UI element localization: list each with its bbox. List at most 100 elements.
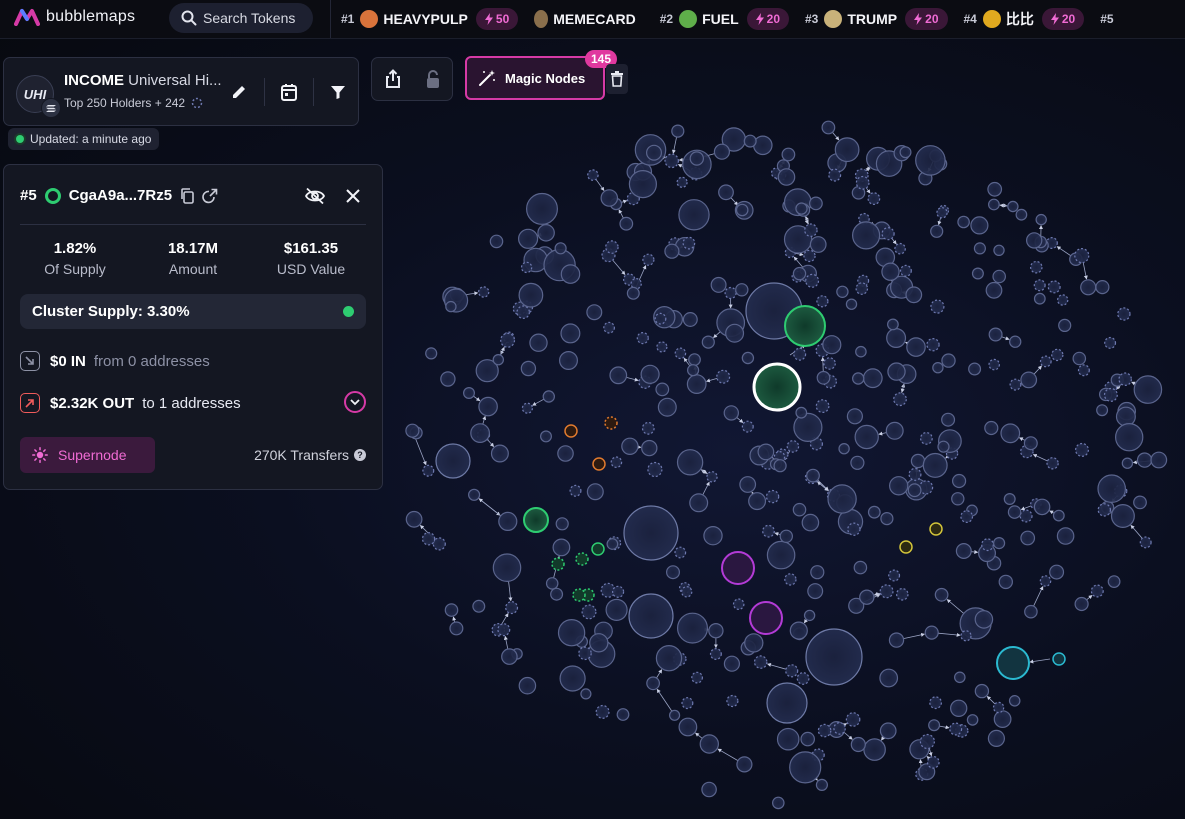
holder-bubble[interactable] [492,354,504,366]
holder-bubble[interactable] [895,587,909,601]
holder-bubble[interactable] [899,264,912,277]
holder-bubble[interactable] [445,300,457,313]
holder-bubble[interactable] [1015,208,1028,221]
holder-bubble[interactable] [930,224,944,238]
ticker-item-3[interactable]: #3 TRUMP 20 [805,8,948,30]
holder-bubble[interactable] [987,181,1003,197]
holder-bubble[interactable] [681,586,693,598]
ticker-item-2[interactable]: #2 FUEL 20 [660,8,789,30]
holder-bubble[interactable] [932,362,944,374]
holder-bubble[interactable] [559,665,586,692]
holder-bubble[interactable] [449,621,464,636]
holder-bubble[interactable] [681,697,694,710]
cluster-supply-row[interactable]: Cluster Supply: 3.30% [20,294,366,329]
holder-bubble[interactable] [752,135,773,156]
cluster-bubble-purple[interactable] [721,551,755,585]
holder-bubble[interactable] [699,734,720,754]
holder-bubble[interactable] [971,267,984,280]
holder-bubble[interactable] [851,221,881,250]
holder-bubble[interactable] [949,722,963,736]
holder-bubble[interactable] [953,671,966,684]
holder-bubble[interactable] [664,153,679,169]
holder-bubble[interactable] [941,353,956,368]
holder-bubble[interactable] [1097,503,1112,517]
holder-bubble[interactable] [605,240,619,254]
app-logo[interactable]: bubblemaps [14,8,135,26]
holder-bubble[interactable] [1046,457,1059,470]
holder-bubble[interactable] [951,492,965,506]
ticker-item-1[interactable]: #1 HEAVYPULP 50 [341,8,519,30]
holder-bubble[interactable] [1025,232,1043,249]
holder-bubble[interactable] [1020,371,1038,389]
holder-bubble[interactable] [1039,575,1052,587]
holder-bubble[interactable] [786,440,800,453]
holder-bubble[interactable] [771,796,785,810]
holder-bubble[interactable] [974,683,990,699]
holder-bubble[interactable] [468,488,481,501]
holder-bubble[interactable] [405,510,423,528]
holder-bubble[interactable] [516,305,530,319]
holder-bubble[interactable] [804,223,818,237]
holder-bubble[interactable] [586,483,604,501]
holder-bubble[interactable] [1033,292,1046,305]
holder-bubble[interactable] [689,493,709,513]
holder-bubble[interactable] [521,402,534,414]
holder-bubble[interactable] [929,696,942,710]
holder-bubble[interactable] [885,421,904,440]
holder-bubble[interactable] [676,612,708,644]
holder-bubble[interactable] [1007,200,1019,213]
holder-bubble[interactable] [836,285,849,298]
holder-bubble[interactable] [960,510,974,523]
holder-bubble[interactable] [762,524,775,538]
holder-bubble[interactable] [732,598,745,610]
holder-bubble[interactable] [800,731,815,747]
holder-bubble[interactable] [735,283,749,297]
holder-bubble[interactable] [542,390,556,403]
holder-bubble[interactable] [1009,335,1022,348]
holder-bubble[interactable] [1008,694,1021,707]
holder-bubble[interactable] [988,327,1003,342]
holder-bubble[interactable] [881,227,895,241]
cluster-bubble-orange[interactable] [592,457,606,471]
holder-bubble[interactable] [1051,348,1064,362]
holder-bubble[interactable] [1121,457,1134,469]
holder-bubble[interactable] [920,432,933,445]
holder-bubble[interactable] [636,332,649,345]
cluster-bubble-purple[interactable] [749,601,783,635]
holder-bubble[interactable] [708,623,724,639]
holder-bubble[interactable] [490,444,509,463]
holder-bubble[interactable] [425,347,438,360]
holder-bubble[interactable] [879,722,897,740]
ticker-item-memecard[interactable]: MEMECARD [534,10,643,28]
holder-bubble[interactable] [926,755,940,769]
holder-bubble[interactable] [725,323,745,343]
holder-bubble[interactable] [619,216,634,231]
holder-bubble[interactable] [621,437,639,455]
holder-bubble[interactable] [796,672,810,685]
holder-bubble[interactable] [626,286,640,300]
holder-bubble-large[interactable] [766,682,808,724]
holder-bubble[interactable] [589,633,609,653]
holder-bubble[interactable] [792,502,807,517]
holder-bubble[interactable] [1020,530,1036,546]
holder-bubble[interactable] [894,242,906,255]
holder-bubble[interactable] [992,269,1006,284]
holder-bubble[interactable] [854,424,879,450]
holder-bubble[interactable] [789,751,822,784]
holder-bubble[interactable] [803,249,816,263]
holder-bubble[interactable] [765,489,780,504]
holder-bubble[interactable] [834,137,860,163]
holder-bubble[interactable] [793,347,807,361]
holder-bubble[interactable] [505,601,519,615]
holder-bubble[interactable] [710,276,727,293]
selected-holder-bubble[interactable] [752,362,802,412]
hide-eye-icon[interactable] [304,187,326,205]
calendar-icon[interactable] [281,83,297,101]
cluster-bubble-green[interactable] [591,542,605,556]
holder-bubble[interactable] [753,655,768,669]
holder-bubble[interactable] [682,312,698,328]
holder-bubble[interactable] [640,364,660,384]
holder-bubble[interactable] [605,598,628,622]
holder-bubble[interactable] [937,440,950,453]
holder-bubble[interactable] [1019,509,1033,523]
